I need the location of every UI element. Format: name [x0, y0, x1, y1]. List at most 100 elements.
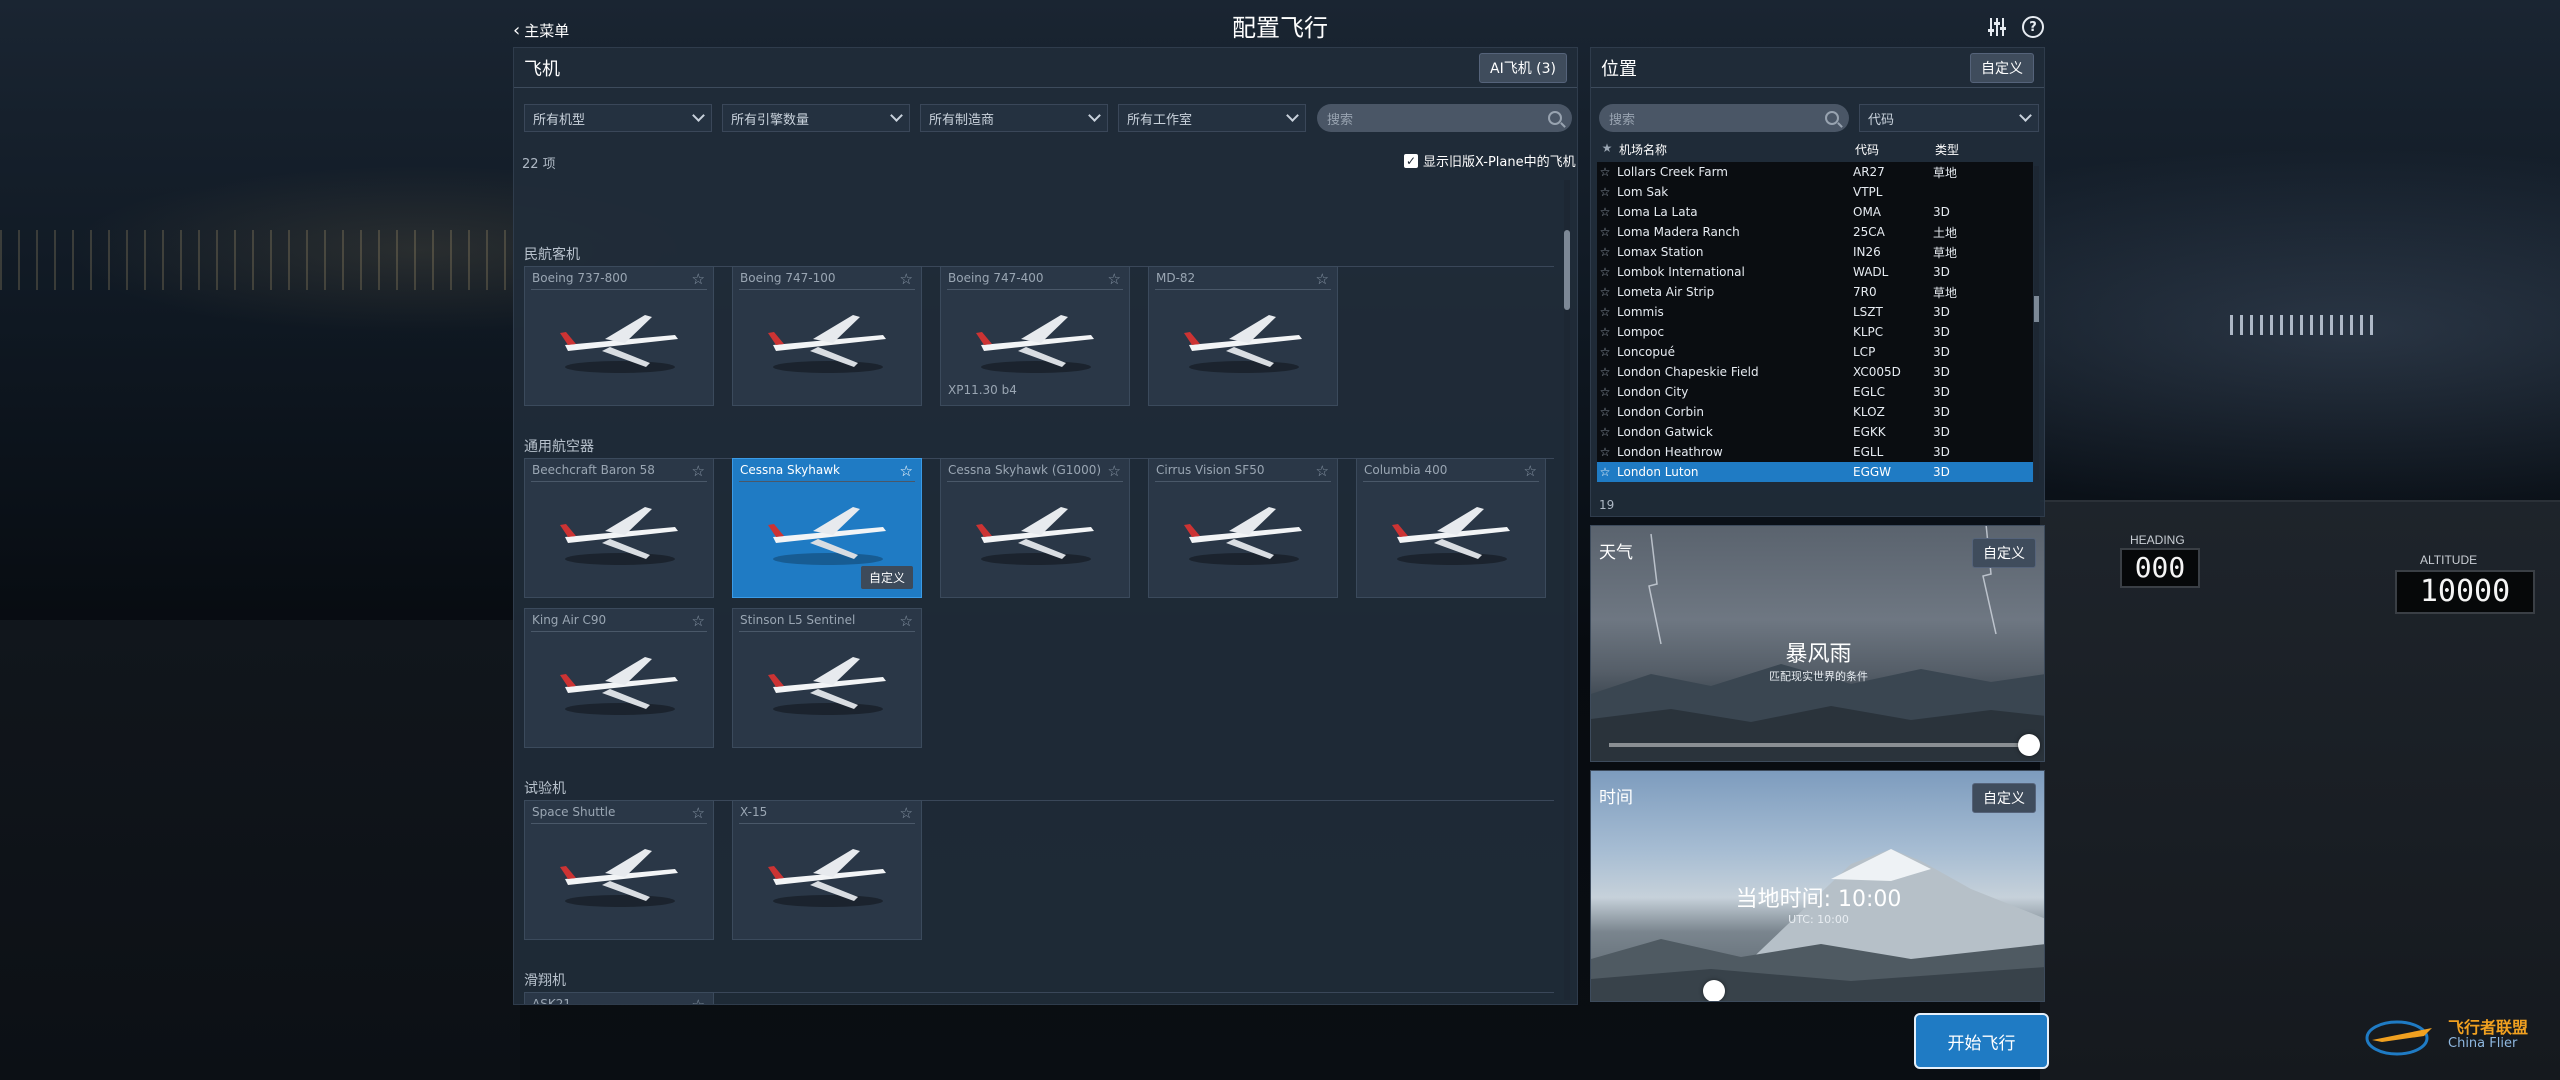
aircraft-scrollbar[interactable]	[1564, 180, 1570, 1000]
favorite-star-icon[interactable]: ☆	[1597, 305, 1613, 319]
help-icon[interactable]: ?	[2022, 16, 2044, 38]
city-lights	[0, 230, 520, 290]
ai-aircraft-button[interactable]: AI飞机 (3)	[1479, 52, 1567, 83]
aircraft-card[interactable]: Stinson L5 Sentinel ☆	[732, 608, 922, 748]
aircraft-name: Boeing 747-100	[740, 271, 836, 285]
checkbox-checked-icon[interactable]: ✓	[1404, 153, 1418, 168]
location-search-input[interactable]: 搜索	[1599, 104, 1849, 132]
back-button[interactable]: ‹ 主菜单	[513, 20, 569, 41]
location-filter-select[interactable]: 代码	[1859, 104, 2039, 132]
favorite-star-icon[interactable]: ☆	[1597, 465, 1613, 479]
divider	[739, 289, 915, 290]
favorite-star-icon[interactable]: ☆	[1316, 462, 1329, 480]
favorite-star-icon[interactable]: ☆	[1597, 385, 1613, 399]
airport-row[interactable]: ☆ Lometa Air Strip 7R0 草地	[1597, 282, 2033, 302]
aircraft-card[interactable]: Boeing 737-800 ☆	[524, 266, 714, 406]
favorite-star-icon[interactable]: ☆	[1597, 405, 1613, 419]
favorite-star-icon[interactable]: ☆	[1597, 445, 1613, 459]
location-custom-button[interactable]: 自定义	[1970, 52, 2034, 83]
favorite-star-icon[interactable]: ☆	[692, 612, 705, 630]
weather-panel[interactable]: 天气 自定义 暴风雨 匹配现实世界的条件	[1590, 525, 2045, 762]
favorite-star-icon[interactable]: ☆	[1597, 185, 1613, 199]
aircraft-card[interactable]: X-15 ☆	[732, 800, 922, 940]
aircraft-card[interactable]: ASK21 ☆	[524, 992, 714, 1004]
airport-row[interactable]: ☆ Lommis LSZT 3D	[1597, 302, 2033, 322]
favorite-star-icon[interactable]: ☆	[1316, 270, 1329, 288]
time-slider-knob[interactable]	[1703, 980, 1725, 1001]
star-icon[interactable]: ★	[1599, 141, 1615, 159]
airport-name: Loma La Lata	[1617, 205, 1698, 219]
airport-row[interactable]: ☆ Lompoc KLPC 3D	[1597, 322, 2033, 342]
favorite-star-icon[interactable]: ☆	[692, 270, 705, 288]
start-flight-button[interactable]: 开始飞行	[1914, 1013, 2049, 1069]
location-scrollbar[interactable]	[2034, 166, 2039, 480]
weather-custom-button[interactable]: 自定义	[1972, 538, 2036, 568]
airport-row[interactable]: ☆ London Heathrow EGLL 3D	[1597, 442, 2033, 462]
time-custom-button[interactable]: 自定义	[1972, 783, 2036, 813]
time-panel[interactable]: 时间 自定义 当地时间: 10:00 UTC: 10:00	[1590, 770, 2045, 1002]
favorite-star-icon[interactable]: ☆	[1597, 425, 1613, 439]
favorite-star-icon[interactable]: ☆	[692, 462, 705, 480]
favorite-star-icon[interactable]: ☆	[1597, 205, 1613, 219]
filter-studio[interactable]: 所有工作室	[1118, 104, 1306, 132]
legacy-aircraft-toggle[interactable]: ✓ 显示旧版X-Plane中的飞机	[1404, 151, 1576, 170]
settings-sliders-icon[interactable]	[1986, 16, 2008, 38]
aircraft-card[interactable]: Boeing 747-100 ☆	[732, 266, 922, 406]
favorite-star-icon[interactable]: ☆	[1597, 345, 1613, 359]
favorite-star-icon[interactable]: ☆	[1597, 285, 1613, 299]
airport-row[interactable]: ☆ Loma La Lata OMA 3D	[1597, 202, 2033, 222]
aircraft-card[interactable]: Space Shuttle ☆	[524, 800, 714, 940]
aircraft-card[interactable]: King Air C90 ☆	[524, 608, 714, 748]
airport-row[interactable]: ☆ Lombok International WADL 3D	[1597, 262, 2033, 282]
favorite-star-icon[interactable]: ☆	[1597, 365, 1613, 379]
weather-slider-track[interactable]	[1609, 743, 2029, 747]
scrollbar-thumb[interactable]	[1564, 230, 1570, 310]
aircraft-custom-button[interactable]: 自定义	[860, 566, 913, 589]
airport-row[interactable]: ☆ Lom Sak VTPL	[1597, 182, 2033, 202]
airport-code: EGLC	[1853, 385, 1885, 399]
favorite-star-icon[interactable]: ☆	[900, 462, 913, 480]
airport-row[interactable]: ☆ Loma Madera Ranch 25CA 土地	[1597, 222, 2033, 242]
filter-aircraft-type[interactable]: 所有机型	[524, 104, 712, 132]
favorite-star-icon[interactable]: ☆	[1597, 245, 1613, 259]
aircraft-card[interactable]: MD-82 ☆	[1148, 266, 1338, 406]
airport-row[interactable]: ☆ Lomax Station IN26 草地	[1597, 242, 2033, 262]
favorite-star-icon[interactable]: ☆	[900, 270, 913, 288]
airport-row[interactable]: ☆ London Gatwick EGKK 3D	[1597, 422, 2033, 442]
favorite-star-icon[interactable]: ☆	[1597, 325, 1613, 339]
column-type[interactable]: 类型	[1935, 141, 1995, 159]
location-count: 19	[1599, 498, 1615, 512]
favorite-star-icon[interactable]: ☆	[692, 996, 705, 1004]
favorite-star-icon[interactable]: ☆	[1524, 462, 1537, 480]
airport-row[interactable]: ☆ London Corbin KLOZ 3D	[1597, 402, 2033, 422]
scrollbar-thumb[interactable]	[2034, 296, 2039, 322]
airport-row[interactable]: ☆ Lollars Creek Farm AR27 草地	[1597, 162, 2033, 182]
favorite-star-icon[interactable]: ☆	[1108, 462, 1121, 480]
airport-row[interactable]: ☆ London Luton EGGW 3D	[1597, 462, 2033, 482]
aircraft-card[interactable]: Columbia 400 ☆	[1356, 458, 1546, 598]
aircraft-card[interactable]: Boeing 747-400 ☆ XP11.30 b4	[940, 266, 1130, 406]
aircraft-thumbnail	[768, 657, 886, 715]
filter-manufacturer[interactable]: 所有制造商	[920, 104, 1108, 132]
aircraft-card[interactable]: Cessna Skyhawk ☆ 自定义	[732, 458, 922, 598]
favorite-star-icon[interactable]: ☆	[1597, 265, 1613, 279]
aircraft-search-input[interactable]: 搜索	[1317, 104, 1572, 132]
filter-engine-count[interactable]: 所有引擎数量	[722, 104, 910, 132]
divider	[947, 289, 1123, 290]
favorite-star-icon[interactable]: ☆	[1597, 165, 1613, 179]
airport-row[interactable]: ☆ London Chapeskie Field XC005D 3D	[1597, 362, 2033, 382]
favorite-star-icon[interactable]: ☆	[692, 804, 705, 822]
favorite-star-icon[interactable]: ☆	[900, 804, 913, 822]
airport-row[interactable]: ☆ Loncopué LCP 3D	[1597, 342, 2033, 362]
aircraft-thumbnail	[560, 657, 678, 715]
aircraft-card[interactable]: Cessna Skyhawk (G1000) ☆	[940, 458, 1130, 598]
weather-slider-knob[interactable]	[2018, 734, 2040, 756]
airport-row[interactable]: ☆ London City EGLC 3D	[1597, 382, 2033, 402]
favorite-star-icon[interactable]: ☆	[1108, 270, 1121, 288]
favorite-star-icon[interactable]: ☆	[1597, 225, 1613, 239]
aircraft-card[interactable]: Cirrus Vision SF50 ☆	[1148, 458, 1338, 598]
column-airport-name[interactable]: 机场名称	[1615, 141, 1855, 159]
favorite-star-icon[interactable]: ☆	[900, 612, 913, 630]
column-code[interactable]: 代码	[1855, 141, 1935, 159]
aircraft-card[interactable]: Beechcraft Baron 58 ☆	[524, 458, 714, 598]
